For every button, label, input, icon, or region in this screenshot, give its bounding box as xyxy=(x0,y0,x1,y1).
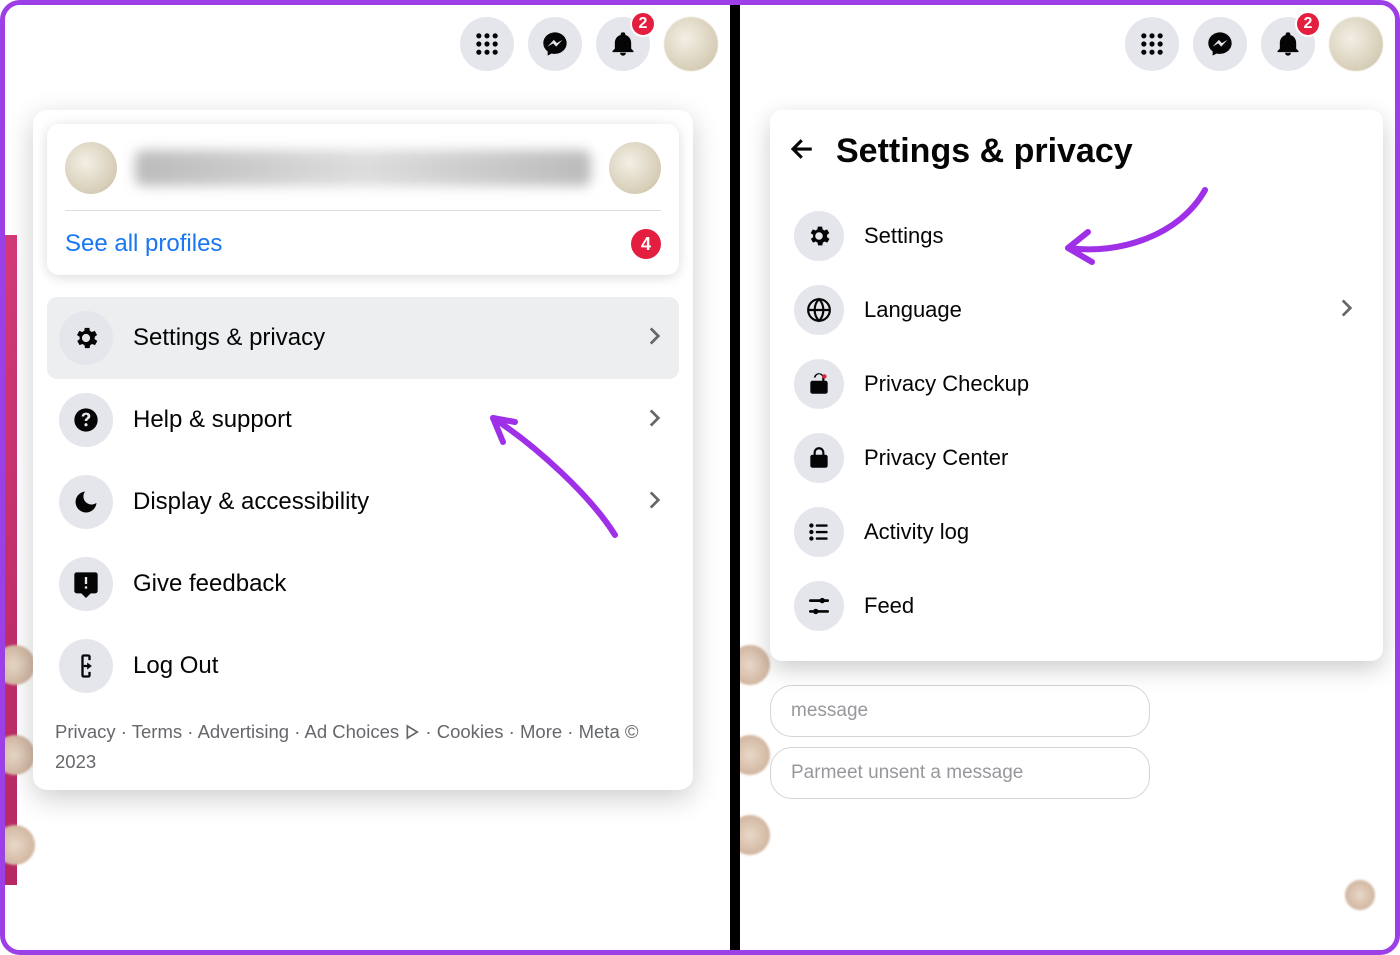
messenger-icon xyxy=(1206,30,1234,58)
background-chat: message Parmeet unsent a message xyxy=(770,685,1150,809)
menu-label: Give feedback xyxy=(133,570,667,598)
settings-label: Privacy Checkup xyxy=(864,371,1359,397)
menu-item-log-out[interactable]: Log Out xyxy=(47,625,679,707)
adchoices-icon xyxy=(404,724,420,740)
messenger-icon xyxy=(541,30,569,58)
menu-item-give-feedback[interactable]: Give feedback xyxy=(47,543,679,625)
account-menu-panel: See all profiles 4 Settings & privacy Hel… xyxy=(33,110,693,790)
chevron-right-icon xyxy=(1333,295,1359,326)
settings-item-activity-log[interactable]: Activity log xyxy=(788,495,1365,569)
list-icon xyxy=(794,507,844,557)
notification-badge: 2 xyxy=(1295,11,1321,37)
profiles-count-badge: 4 xyxy=(631,229,661,259)
settings-label: Settings xyxy=(864,223,1359,249)
profile-name-redacted xyxy=(135,150,591,186)
profile-avatar xyxy=(65,142,117,194)
messenger-button[interactable] xyxy=(1193,17,1247,71)
secondary-profile-avatar xyxy=(609,142,661,194)
menu-grid-button[interactable] xyxy=(1125,17,1179,71)
grid-icon xyxy=(1138,30,1166,58)
bell-icon xyxy=(609,30,637,58)
logout-icon xyxy=(59,639,113,693)
bg-avatar xyxy=(740,645,770,685)
bg-stripe xyxy=(5,235,17,885)
settings-item-privacy-center[interactable]: Privacy Center xyxy=(788,421,1365,495)
chevron-right-icon xyxy=(641,487,667,518)
gear-icon xyxy=(794,211,844,261)
profile-row[interactable] xyxy=(65,142,661,211)
chevron-right-icon xyxy=(641,405,667,436)
topbar: 2 xyxy=(460,17,718,71)
left-screenshot: 2 See all profiles 4 Settings & privacy H… xyxy=(5,5,740,950)
right-screenshot: message Parmeet unsent a message 2 Sett xyxy=(740,5,1395,950)
feedback-icon xyxy=(59,557,113,611)
unlock-icon xyxy=(794,359,844,409)
arrow-left-icon xyxy=(788,134,818,164)
bg-avatar xyxy=(5,735,35,775)
bg-avatar xyxy=(740,815,770,855)
settings-item-feed[interactable]: Feed xyxy=(788,569,1365,643)
help-icon xyxy=(59,393,113,447)
footer-privacy[interactable]: Privacy xyxy=(55,721,116,742)
grid-icon xyxy=(473,30,501,58)
settings-label: Feed xyxy=(864,593,1359,619)
settings-item-privacy-checkup[interactable]: Privacy Checkup xyxy=(788,347,1365,421)
settings-item-language[interactable]: Language xyxy=(788,273,1365,347)
chevron-right-icon xyxy=(641,323,667,354)
menu-label: Settings & privacy xyxy=(133,324,621,352)
bell-icon xyxy=(1274,30,1302,58)
menu-item-help-support[interactable]: Help & support xyxy=(47,379,679,461)
footer-adchoices[interactable]: Ad Choices xyxy=(305,721,400,742)
settings-label: Language xyxy=(864,297,1313,323)
notifications-button[interactable]: 2 xyxy=(596,17,650,71)
menu-item-settings-privacy[interactable]: Settings & privacy xyxy=(47,297,679,379)
menu-label: Log Out xyxy=(133,652,667,680)
topbar: 2 xyxy=(1125,17,1383,71)
gear-icon xyxy=(59,311,113,365)
bg-avatar xyxy=(740,735,770,775)
bg-avatar-small xyxy=(1345,880,1375,910)
footer-advertising[interactable]: Advertising xyxy=(198,721,290,742)
footer-more[interactable]: More xyxy=(520,721,562,742)
panel-title: Settings & privacy xyxy=(836,132,1133,171)
account-avatar-button[interactable] xyxy=(664,17,718,71)
chat-bubble: Parmeet unsent a message xyxy=(770,747,1150,799)
globe-icon xyxy=(794,285,844,335)
bg-avatar xyxy=(5,825,35,865)
settings-item-settings[interactable]: Settings xyxy=(788,199,1365,273)
menu-label: Display & accessibility xyxy=(133,488,621,516)
account-avatar-button[interactable] xyxy=(1329,17,1383,71)
panel-header: Settings & privacy xyxy=(788,132,1365,171)
moon-icon xyxy=(59,475,113,529)
profile-card: See all profiles 4 xyxy=(47,124,679,275)
chat-bubble: message xyxy=(770,685,1150,737)
settings-label: Privacy Center xyxy=(864,445,1359,471)
see-all-profiles-link[interactable]: See all profiles xyxy=(65,230,222,258)
notifications-button[interactable]: 2 xyxy=(1261,17,1315,71)
footer-terms[interactable]: Terms xyxy=(132,721,182,742)
menu-label: Help & support xyxy=(133,406,621,434)
lock-icon xyxy=(794,433,844,483)
back-button[interactable] xyxy=(788,134,818,169)
menu-grid-button[interactable] xyxy=(460,17,514,71)
settings-privacy-panel: Settings & privacy Settings Language Priva… xyxy=(770,110,1383,661)
see-all-profiles-row[interactable]: See all profiles 4 xyxy=(65,211,661,259)
bg-avatar xyxy=(5,645,35,685)
settings-label: Activity log xyxy=(864,519,1359,545)
notification-badge: 2 xyxy=(630,11,656,37)
sliders-icon xyxy=(794,581,844,631)
footer-cookies[interactable]: Cookies xyxy=(437,721,504,742)
menu-item-display-accessibility[interactable]: Display & accessibility xyxy=(47,461,679,543)
footer-links: Privacy · Terms · Advertising · Ad Choic… xyxy=(47,707,679,780)
messenger-button[interactable] xyxy=(528,17,582,71)
